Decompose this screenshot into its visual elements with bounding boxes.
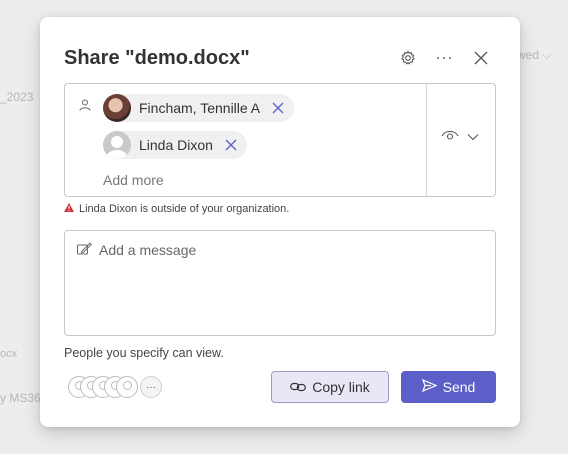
more-avatars-button[interactable]: ···: [140, 376, 162, 398]
warning-text: Linda Dixon is outside of your organizat…: [79, 203, 290, 215]
close-icon[interactable]: [471, 48, 491, 68]
remove-icon[interactable]: [270, 100, 286, 116]
person-icon: [79, 98, 91, 116]
more-icon[interactable]: [434, 48, 454, 68]
bg-ms-text: y MS36: [0, 391, 41, 405]
permission-dropdown[interactable]: [441, 128, 479, 146]
send-label: Send: [442, 379, 476, 395]
avatar: [103, 131, 131, 159]
bg-viewed-text: wed ⌵: [517, 48, 552, 62]
recipient-name: Linda Dixon: [139, 137, 213, 153]
edit-message-icon: [77, 242, 93, 258]
share-dialog: Share "demo.docx" Fincham, Tennille A Li…: [40, 17, 520, 427]
message-placeholder: Add a message: [99, 242, 197, 258]
warning-message: Linda Dixon is outside of your organizat…: [64, 203, 289, 215]
avatar: [103, 94, 131, 122]
remove-icon[interactable]: [223, 137, 239, 153]
recipients-box[interactable]: Fincham, Tennille A Linda Dixon Add more: [64, 83, 496, 197]
copy-link-button[interactable]: Copy link: [271, 371, 389, 403]
shared-with-avatars[interactable]: ···: [68, 376, 168, 400]
send-button[interactable]: Send: [401, 371, 496, 403]
recipient-chip[interactable]: Linda Dixon: [103, 131, 247, 159]
permission-note: People you specify can view.: [64, 346, 224, 360]
send-icon: [421, 378, 438, 395]
recipient-chip[interactable]: Fincham, Tennille A: [103, 94, 295, 122]
view-eye-icon: [441, 128, 459, 146]
message-field[interactable]: Add a message: [64, 230, 496, 336]
add-more-input[interactable]: Add more: [103, 172, 164, 188]
bg-year-text: _2023: [0, 90, 34, 104]
dialog-title: Share "demo.docx": [64, 47, 250, 69]
recipient-name: Fincham, Tennille A: [139, 100, 261, 116]
gear-icon[interactable]: [398, 48, 418, 68]
chevron-down-icon: [467, 128, 479, 146]
link-icon: [290, 379, 307, 395]
divider: [426, 84, 427, 196]
avatar: [116, 376, 138, 398]
warning-icon: [64, 203, 74, 215]
bg-docx-text: ocx: [0, 348, 18, 360]
copy-link-label: Copy link: [312, 379, 370, 395]
